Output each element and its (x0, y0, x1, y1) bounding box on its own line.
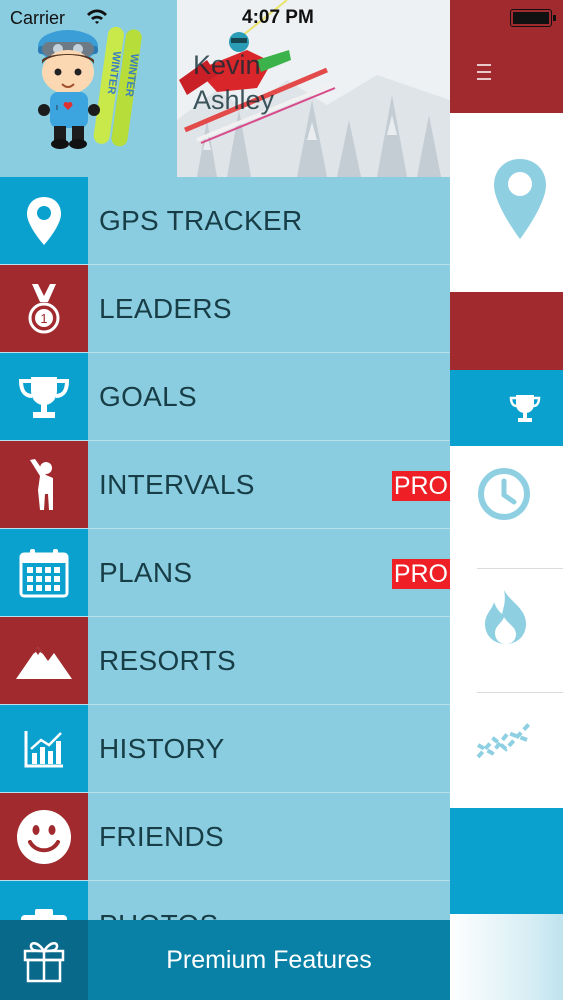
side-drawer: WINTER WINTER I Kevin Ashley GPS TRACKER… (0, 0, 450, 1000)
menu-item-label: FRIENDS (99, 821, 224, 852)
gift-icon (23, 942, 65, 983)
divider (477, 568, 563, 569)
menu-item-gps-tracker[interactable]: GPS TRACKER (0, 177, 450, 265)
main-blue-band-lower (450, 808, 563, 914)
trophy-icon (509, 395, 541, 422)
menu-icon-box (0, 793, 88, 880)
svg-text:1: 1 (40, 311, 47, 326)
map-pin-icon (27, 196, 61, 245)
menu-item-leaders[interactable]: 1 LEADERS (0, 265, 450, 353)
menu-icon-box: 1 (0, 265, 88, 352)
flame-icon (485, 590, 526, 644)
clock-icon (478, 468, 530, 520)
menu-item-history[interactable]: HISTORY (0, 705, 450, 793)
menu-icon-box (0, 617, 88, 704)
main-red-band (450, 292, 563, 370)
status-time: 4:07 PM (242, 7, 314, 28)
mountain-icon (16, 646, 72, 679)
smiley-icon (17, 809, 71, 864)
menu-item-label: GPS TRACKER (99, 205, 303, 236)
trend-chart-icon (476, 721, 532, 759)
menu-item-intervals[interactable]: INTERVALS PRO (0, 441, 450, 529)
divider (477, 692, 563, 693)
menu-item-label: RESORTS (99, 645, 236, 676)
hamburger-menu-icon[interactable] (477, 64, 491, 80)
menu-item-label: PLANS (99, 557, 193, 588)
user-name: Kevin Ashley (193, 50, 275, 115)
menu-icon-box (0, 441, 88, 528)
pro-badge: PRO (391, 559, 450, 589)
trophy-icon (18, 376, 70, 418)
main-blue-band (450, 370, 563, 446)
main-bottom-area (450, 914, 563, 1000)
wifi-icon (87, 9, 107, 24)
menu-item-label: LEADERS (99, 293, 232, 324)
menu-item-friends[interactable]: FRIENDS (0, 793, 450, 881)
menu-item-label: HISTORY (99, 733, 225, 764)
battery-icon (510, 9, 556, 27)
menu-icon-box (0, 177, 88, 264)
menu-item-label: GOALS (99, 381, 197, 412)
menu-icon-box (0, 529, 88, 616)
main-content-peek (450, 0, 563, 1000)
calendar-icon (19, 548, 69, 597)
person-icon (30, 458, 53, 510)
menu-item-label: INTERVALS (99, 469, 255, 500)
menu-item-resorts[interactable]: RESORTS (0, 617, 450, 705)
carrier-label: Carrier (10, 8, 66, 28)
svg-text:I: I (56, 105, 58, 112)
chart-icon (24, 730, 63, 767)
status-bar: Carrier 4:07 PM (0, 0, 563, 40)
footer-label: Premium Features (166, 946, 372, 974)
avatar[interactable]: WINTER WINTER I (28, 22, 148, 154)
footer-icon-box (0, 920, 88, 1000)
menu-icon-box (0, 353, 88, 440)
nav-menu: GPS TRACKER 1 LEADERS GOALS INTERVALS PR… (0, 177, 450, 969)
pro-badge: PRO (391, 471, 450, 501)
menu-icon-box (0, 705, 88, 792)
premium-features-button[interactable]: Premium Features (0, 920, 450, 1000)
medal-icon: 1 (28, 283, 60, 333)
menu-item-goals[interactable]: GOALS (0, 353, 450, 441)
map-pin-icon (494, 159, 546, 239)
menu-item-plans[interactable]: PLANS PRO (0, 529, 450, 617)
